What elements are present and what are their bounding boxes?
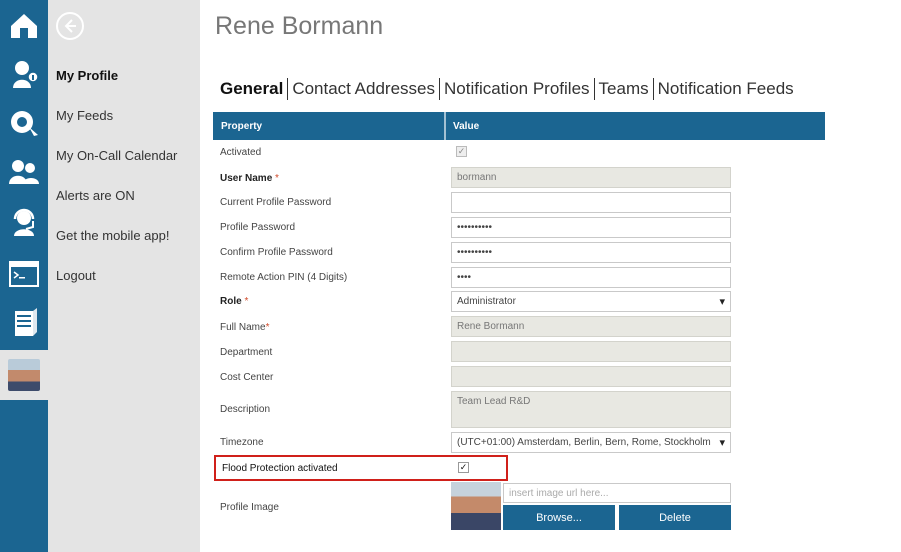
avatar: [8, 359, 40, 391]
user-name-label-text: User Name: [220, 173, 273, 184]
cost-center-label: Cost Center: [220, 372, 274, 383]
user-avatar-slot[interactable]: [0, 350, 48, 400]
flood-protection-row: Flood Protection activated ✓: [214, 455, 508, 481]
description-field[interactable]: Team Lead R&D: [451, 391, 731, 428]
user-name-label: User Name *: [220, 173, 279, 184]
page-title: Rene Bormann: [215, 12, 384, 40]
user-name-field[interactable]: bormann: [451, 167, 731, 188]
confirm-password-field[interactable]: ••••••••••: [451, 242, 731, 263]
tab-general[interactable]: General: [220, 79, 287, 99]
role-select[interactable]: Administrator: [451, 291, 731, 312]
delete-button[interactable]: Delete: [619, 505, 731, 530]
menu-item-logout[interactable]: Logout: [56, 268, 96, 283]
team-icon[interactable]: [0, 148, 48, 196]
menu-item-my-feeds[interactable]: My Feeds: [56, 108, 113, 123]
image-url-input[interactable]: insert image url here...: [503, 483, 731, 503]
tab-notification-feeds[interactable]: Notification Feeds: [654, 79, 798, 99]
remote-pin-field[interactable]: ••••: [451, 267, 731, 288]
profile-image-label: Profile Image: [220, 502, 279, 513]
description-label: Description: [220, 404, 271, 415]
remote-pin-label: Remote Action PIN (4 Digits): [220, 272, 348, 283]
current-password-label: Current Profile Password: [220, 197, 332, 208]
current-password-field[interactable]: [451, 192, 731, 213]
server-icon[interactable]: [0, 298, 48, 346]
required-marker: *: [275, 173, 279, 184]
cost-center-field[interactable]: [451, 366, 731, 387]
column-value: Value: [453, 121, 480, 132]
confirm-password-label: Confirm Profile Password: [220, 247, 333, 258]
home-icon[interactable]: [0, 2, 48, 50]
activated-checkbox[interactable]: ✓: [456, 146, 467, 157]
role-label: Role *: [220, 296, 248, 307]
tab-notification-profiles[interactable]: Notification Profiles: [440, 79, 594, 99]
role-label-text: Role: [220, 296, 242, 307]
tab-teams[interactable]: Teams: [595, 79, 653, 99]
full-name-label-text: Full Name: [220, 322, 266, 333]
menu-item-alerts-toggle[interactable]: Alerts are ON: [56, 188, 135, 203]
browse-button[interactable]: Browse...: [503, 505, 615, 530]
profile-password-label: Profile Password: [220, 222, 296, 233]
profile-tabs: General Contact Addresses Notification P…: [220, 78, 798, 100]
headset-icon[interactable]: [0, 198, 48, 246]
required-marker: *: [244, 296, 249, 307]
menu-item-mobile-app[interactable]: Get the mobile app!: [56, 228, 169, 243]
tab-contact-addresses[interactable]: Contact Addresses: [288, 79, 439, 99]
full-name-field[interactable]: Rene Bormann: [451, 316, 731, 337]
icon-rail: [0, 0, 48, 552]
department-field[interactable]: [451, 341, 731, 362]
back-arrow-icon[interactable]: [56, 12, 84, 40]
table-header: Property Value: [213, 112, 825, 140]
menu-item-my-profile[interactable]: My Profile: [56, 68, 118, 83]
alert-icon[interactable]: [0, 98, 48, 146]
flood-protection-label: Flood Protection activated: [222, 463, 338, 474]
menu-item-on-call-calendar[interactable]: My On-Call Calendar: [56, 148, 177, 163]
activated-label: Activated: [220, 147, 262, 158]
full-name-label: Full Name*: [220, 322, 269, 333]
timezone-select[interactable]: (UTC+01:00) Amsterdam, Berlin, Bern, Rom…: [451, 432, 731, 453]
department-label: Department: [220, 347, 273, 358]
profile-password-field[interactable]: ••••••••••: [451, 217, 731, 238]
required-marker: *: [265, 322, 270, 333]
column-divider: [444, 112, 446, 140]
profile-main: Rene Bormann General Contact Addresses N…: [200, 0, 901, 552]
console-icon[interactable]: [0, 250, 48, 298]
timezone-label: Timezone: [220, 437, 264, 448]
column-property: Property: [221, 121, 263, 132]
nav-panel: My Profile My Feeds My On-Call Calendar …: [48, 0, 200, 552]
profile-image-preview: [451, 482, 501, 530]
flood-protection-checkbox[interactable]: ✓: [458, 462, 469, 473]
person-info-icon[interactable]: [0, 50, 48, 98]
